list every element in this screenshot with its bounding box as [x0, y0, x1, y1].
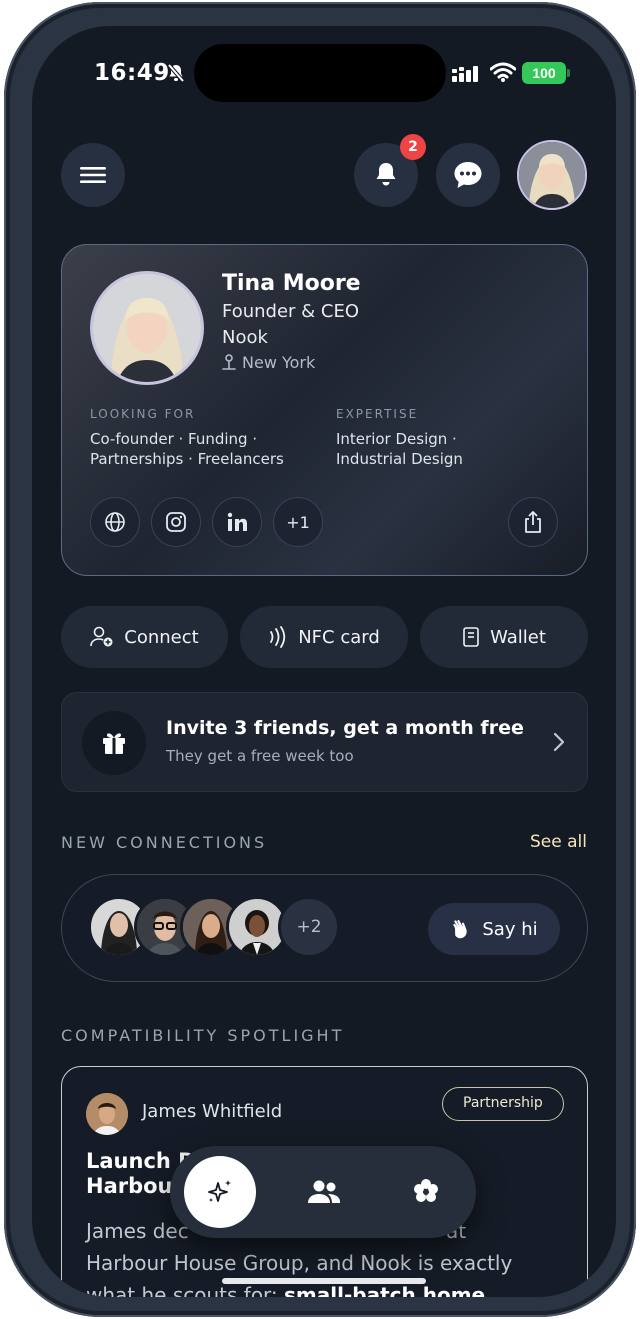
say-hi-button[interactable]: Say hi [428, 903, 560, 955]
expertise-line1: Interior Design · [336, 430, 457, 448]
profile-role: Founder & CEO [222, 301, 360, 322]
expertise-line2: Industrial Design [336, 450, 463, 468]
dynamic-island [194, 44, 446, 102]
nfc-card-label: NFC card [298, 626, 380, 648]
spotlight-body-line1: James dec [86, 1219, 189, 1243]
see-all-link[interactable]: See all [530, 832, 587, 852]
looking-for-line2: Partnerships · Freelancers [90, 450, 284, 468]
hamburger-icon [80, 167, 106, 183]
gift-icon [103, 733, 125, 754]
share-icon [525, 511, 541, 533]
spotlight-body-line3a: what he scouts for: [86, 1283, 278, 1297]
menu-button[interactable] [61, 143, 125, 207]
spotlight-body-line3b: small-batch home [284, 1283, 486, 1297]
wifi-icon [490, 62, 516, 82]
tab-circles[interactable] [390, 1156, 462, 1228]
new-connections-card: +2 Say hi [61, 874, 588, 982]
user-avatar-button[interactable] [517, 140, 587, 210]
add-contact-icon [90, 626, 113, 647]
wallet-label: Wallet [490, 626, 546, 648]
new-connections-title: NEW CONNECTIONS [61, 833, 268, 852]
tab-people[interactable] [288, 1156, 360, 1228]
profile-company: Nook [222, 327, 268, 348]
say-hi-label: Say hi [482, 918, 538, 940]
profile-location: New York [222, 353, 315, 372]
invite-banner[interactable]: Invite 3 friends, get a month free They … [61, 692, 588, 792]
profile-name: Tina Moore [222, 271, 361, 296]
home-indicator [222, 1278, 426, 1284]
invite-icon-wrap [82, 711, 146, 775]
waving-hand-icon [453, 920, 468, 939]
sparkles-icon [208, 1180, 231, 1202]
cellular-signal-icon [452, 66, 478, 82]
instagram-link-button[interactable] [151, 497, 201, 547]
wallet-pass-icon [463, 627, 479, 647]
more-links-button[interactable]: +1 [273, 497, 323, 547]
connect-label: Connect [124, 626, 199, 648]
flower-icon [414, 1179, 438, 1202]
spotlight-person-name: James Whitfield [142, 1101, 283, 1122]
looking-for-line1: Co-founder · Funding · [90, 430, 258, 448]
notification-badge: 2 [400, 134, 426, 160]
wallet-button[interactable]: Wallet [420, 606, 588, 668]
website-link-button[interactable] [90, 497, 140, 547]
messages-button[interactable] [436, 143, 500, 207]
bell-icon [376, 163, 396, 186]
bottom-tab-bar [170, 1146, 476, 1238]
profile-avatar [90, 271, 204, 385]
connect-button[interactable]: Connect [61, 606, 228, 668]
looking-for-label: LOOKING FOR [90, 407, 196, 421]
people-icon [308, 1180, 340, 1203]
spotlight-body-line2: Harbour House Group, and Nook is exactly [86, 1251, 513, 1275]
chat-bubble-icon [454, 162, 482, 188]
nfc-card-button[interactable]: NFC card [240, 606, 408, 668]
battery-tip [567, 69, 570, 77]
instagram-icon [166, 512, 186, 532]
invite-subtitle: They get a free week too [166, 747, 354, 765]
chevron-right-icon [553, 732, 565, 752]
spotlight-tag: Partnership [442, 1087, 564, 1121]
tab-discover[interactable] [184, 1156, 256, 1228]
linkedin-link-button[interactable] [212, 497, 262, 547]
spotlight-photo [86, 1093, 128, 1135]
invite-title: Invite 3 friends, get a month free [166, 717, 524, 739]
linkedin-icon [227, 512, 247, 531]
user-avatar-image [519, 142, 585, 208]
share-profile-button[interactable] [508, 497, 558, 547]
silent-mode-icon [167, 63, 185, 83]
expertise-label: EXPERTISE [336, 407, 419, 421]
location-pin-icon [222, 353, 236, 370]
status-time: 16:49 [94, 60, 170, 86]
spotlight-avatar [86, 1093, 128, 1135]
globe-icon [105, 512, 125, 532]
profile-photo [93, 274, 201, 382]
profile-location-text: New York [242, 353, 316, 372]
spotlight-title: COMPATIBILITY SPOTLIGHT [61, 1026, 345, 1045]
connection-photo [229, 899, 285, 955]
app-screen: 16:49 100 2 Tina Moore Founder & CEO Noo… [32, 26, 616, 1297]
nfc-icon [270, 626, 286, 648]
battery-indicator: 100 [522, 62, 566, 84]
more-connections-count[interactable]: +2 [278, 896, 340, 958]
profile-card: Tina Moore Founder & CEO Nook New York L… [61, 244, 588, 576]
phone-frame: 16:49 100 2 Tina Moore Founder & CEO Noo… [4, 2, 636, 1317]
